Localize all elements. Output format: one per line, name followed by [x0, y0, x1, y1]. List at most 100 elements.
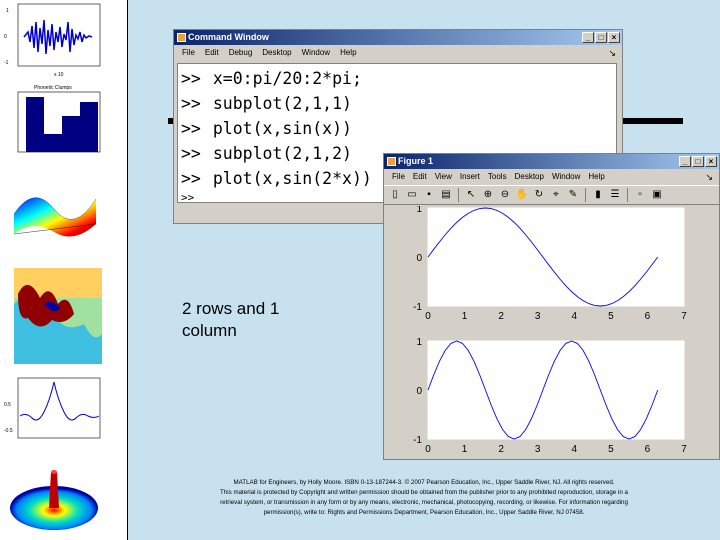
- close-button[interactable]: ×: [705, 156, 717, 167]
- menu-desktop[interactable]: Desktop: [515, 169, 544, 185]
- menu-insert[interactable]: Insert: [460, 169, 480, 185]
- svg-text:Phonetic Clumps: Phonetic Clumps: [34, 85, 72, 91]
- x-tick-label: 3: [535, 444, 541, 455]
- menu-window[interactable]: Window: [552, 169, 580, 185]
- footer-line-2: This material is protected by Copyright …: [220, 489, 628, 496]
- x-tick-label: 1: [462, 444, 468, 455]
- subplot-1: 0 1 2 3 4 5 6 710-1: [413, 204, 687, 322]
- rotate-icon[interactable]: ↻: [532, 188, 546, 202]
- sinc-plot-thumb: 0.5 -0.5: [4, 376, 104, 448]
- figure-plot-area: 0 1 2 3 4 5 6 7 1 0 -1 0 1 2 3 4 5 6 7 1 0 -1: [384, 204, 719, 459]
- svg-text:1: 1: [6, 8, 9, 14]
- menu-file[interactable]: File: [182, 45, 195, 61]
- menu-tools[interactable]: Tools: [488, 169, 507, 185]
- command-window-menubar: File Edit Debug Desktop Window Help ↘: [174, 45, 622, 61]
- svg-text:-0.5: -0.5: [4, 428, 13, 434]
- y-tick-label: 1: [416, 206, 422, 215]
- minimize-button[interactable]: _: [679, 156, 691, 167]
- figure-window: Figure 1 _ □ × File Edit View Insert Too…: [383, 153, 720, 460]
- subplots-svg: 0 1 2 3 4 5 6 710-10 1 2 3 4 5 6 710-1: [413, 204, 687, 455]
- toolbar-separator: [627, 188, 628, 202]
- close-button[interactable]: ×: [608, 32, 620, 43]
- footer-line-3: retrieval system, or transmission in any…: [220, 499, 628, 506]
- x-tick-label: 7: [681, 444, 687, 455]
- menu-window[interactable]: Window: [302, 45, 330, 61]
- colorbar-icon[interactable]: ▮: [591, 188, 605, 202]
- y-tick-label: 0: [416, 386, 422, 397]
- command-line: >> subplot(2,1,1): [181, 91, 616, 116]
- axes-box: [427, 207, 685, 307]
- prompt: >>: [181, 69, 201, 88]
- x-tick-label: 4: [572, 444, 578, 455]
- save-icon[interactable]: ▪: [422, 188, 436, 202]
- axes-box: [427, 340, 685, 440]
- matlab-icon: [177, 33, 186, 42]
- figure-window-titlebar[interactable]: Figure 1 _ □ ×: [384, 154, 719, 169]
- subplot-2: 0 1 2 3 4 5 6 710-1: [413, 337, 687, 455]
- svg-text:0: 0: [4, 34, 7, 40]
- x-tick-label: 2: [498, 311, 504, 322]
- bar-chart-thumb: Phonetic Clumps: [4, 82, 104, 164]
- footer-line-1: MATLAB for Engineers, by Holly Moore. IS…: [233, 479, 615, 486]
- dock-arrow-icon[interactable]: ↘: [608, 45, 616, 61]
- menu-edit[interactable]: Edit: [413, 169, 427, 185]
- menu-file[interactable]: File: [392, 169, 405, 185]
- y-tick-label: -1: [413, 435, 422, 446]
- x-tick-label: 4: [572, 311, 578, 322]
- x-tick-label: 6: [645, 444, 651, 455]
- figure-window-title: Figure 1: [398, 156, 434, 166]
- x-tick-label: 5: [608, 444, 614, 455]
- toolbar-separator: [458, 188, 459, 202]
- pan-icon[interactable]: ✋: [515, 188, 529, 202]
- brush-icon[interactable]: ✎: [566, 188, 580, 202]
- new-icon[interactable]: ▯: [388, 188, 402, 202]
- menu-help[interactable]: Help: [588, 169, 604, 185]
- y-tick-label: -1: [413, 302, 422, 313]
- copyright-footer: MATLAB for Engineers, by Holly Moore. IS…: [184, 478, 664, 518]
- show-tools-icon[interactable]: ▣: [650, 188, 664, 202]
- figure-toolbar: ▯ ▭ ▪ ▤ ↖ ⊕ ⊖ ✋ ↻ ⌖ ✎ ▮ ☰ ▫ ▣: [384, 185, 719, 205]
- x-tick-label: 0: [425, 444, 431, 455]
- zoom-out-icon[interactable]: ⊖: [498, 188, 512, 202]
- prompt: >>: [181, 191, 195, 204]
- callout-text: 2 rows and 1 column: [182, 298, 279, 342]
- command-text: subplot(2,1,2): [212, 144, 352, 163]
- datacursor-icon[interactable]: ⌖: [549, 188, 563, 202]
- x-tick-label: 3: [535, 311, 541, 322]
- command-line: >> plot(x,sin(x)): [181, 116, 616, 141]
- open-icon[interactable]: ▭: [405, 188, 419, 202]
- x-tick-label: 7: [681, 311, 687, 322]
- hide-tools-icon[interactable]: ▫: [633, 188, 647, 202]
- toolbar-separator: [585, 188, 586, 202]
- footer-line-4: permission(s), write to: Rights and Perm…: [263, 509, 585, 516]
- callout-line-1: 2 rows and 1: [182, 299, 280, 318]
- command-window-titlebar[interactable]: Command Window _ □ ×: [174, 30, 622, 45]
- menu-edit[interactable]: Edit: [205, 45, 219, 61]
- menu-debug[interactable]: Debug: [229, 45, 253, 61]
- prompt: >>: [181, 169, 201, 188]
- print-icon[interactable]: ▤: [439, 188, 453, 202]
- x-tick-label: 6: [645, 311, 651, 322]
- arrow-icon[interactable]: ↖: [464, 188, 478, 202]
- maximize-button[interactable]: □: [692, 156, 704, 167]
- svg-text:-1: -1: [4, 60, 9, 66]
- menu-view[interactable]: View: [435, 169, 452, 185]
- figure-icon: [387, 157, 396, 166]
- menu-help[interactable]: Help: [340, 45, 356, 61]
- dock-arrow-icon[interactable]: ↘: [705, 169, 713, 185]
- menu-desktop[interactable]: Desktop: [262, 45, 291, 61]
- zoom-in-icon[interactable]: ⊕: [481, 188, 495, 202]
- prompt: >>: [181, 144, 201, 163]
- audio-waveform-thumb: 1 0 -1 x 10: [4, 2, 104, 80]
- maximize-button[interactable]: □: [595, 32, 607, 43]
- x-tick-label: 0: [425, 311, 431, 322]
- command-text: subplot(2,1,1): [212, 94, 352, 113]
- prompt: >>: [181, 119, 201, 138]
- minimize-button[interactable]: _: [582, 32, 594, 43]
- fractal-image-thumb: [4, 264, 104, 372]
- x-tick-label: 5: [608, 311, 614, 322]
- legend-icon[interactable]: ☰: [608, 188, 622, 202]
- 3d-surface-thumb: [4, 454, 104, 538]
- y-tick-label: 1: [416, 337, 422, 348]
- command-line: >> x=0:pi/20:2*pi;: [181, 66, 616, 91]
